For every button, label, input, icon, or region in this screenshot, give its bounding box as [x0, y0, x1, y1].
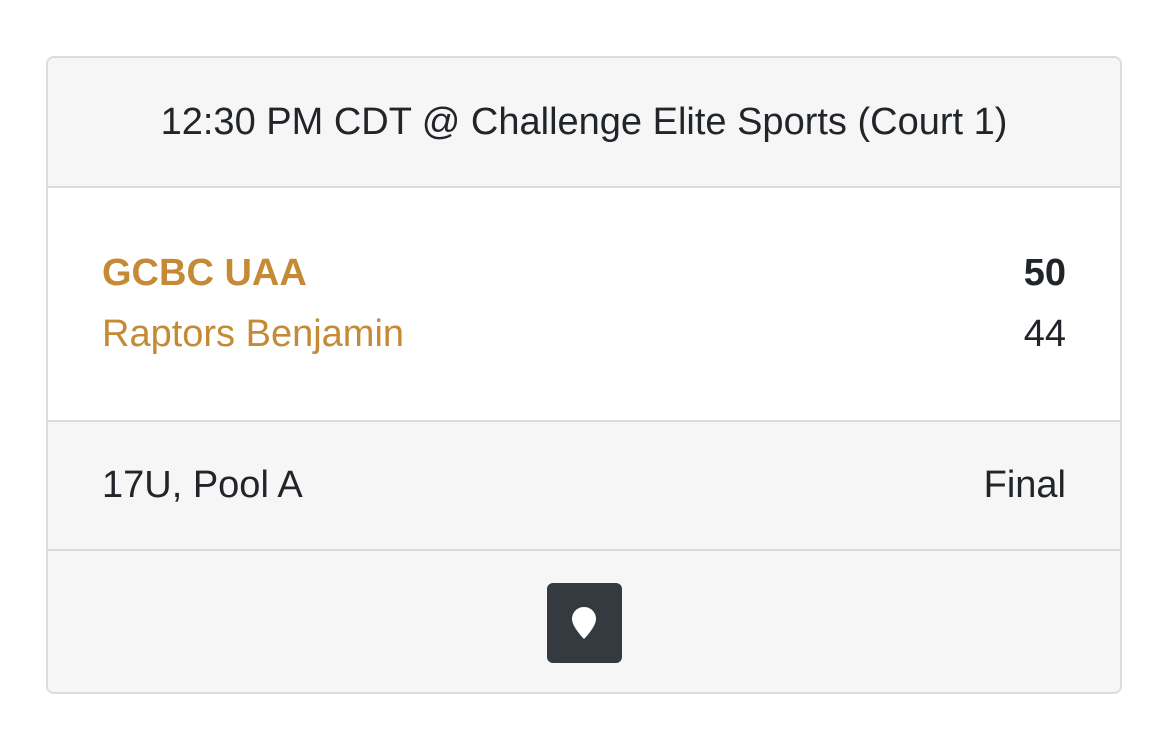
game-time-location: 12:30 PM CDT @ Challenge Elite Sports (C… — [160, 100, 1008, 143]
game-footer — [48, 551, 1120, 692]
team-name-link[interactable]: GCBC UAA — [102, 252, 307, 295]
division-pool: 17U, Pool A — [102, 464, 303, 506]
team-score: 44 — [1023, 313, 1066, 355]
scoreboard: GCBC UAA 50 Raptors Benjamin 44 — [48, 188, 1120, 422]
map-marker-icon — [572, 606, 596, 639]
game-status: Final — [983, 464, 1066, 506]
team-row-away: Raptors Benjamin 44 — [102, 313, 1066, 356]
game-header: 12:30 PM CDT @ Challenge Elite Sports (C… — [48, 58, 1120, 188]
team-row-home: GCBC UAA 50 — [102, 252, 1066, 295]
team-score: 50 — [1023, 252, 1066, 294]
game-card: 12:30 PM CDT @ Challenge Elite Sports (C… — [46, 56, 1122, 694]
game-meta: 17U, Pool A Final — [48, 422, 1120, 551]
team-name-link[interactable]: Raptors Benjamin — [102, 313, 404, 356]
map-location-button[interactable] — [546, 582, 622, 663]
